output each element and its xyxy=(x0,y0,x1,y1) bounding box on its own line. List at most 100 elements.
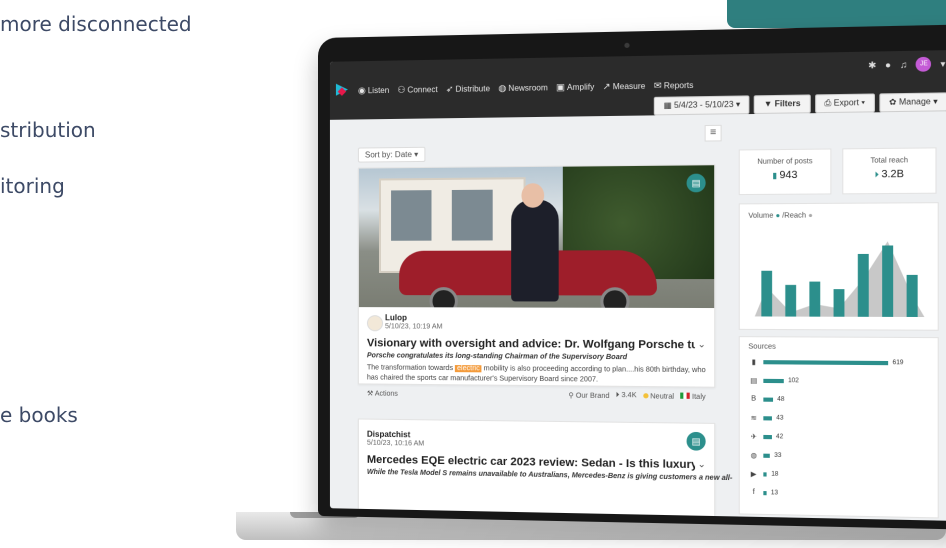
post-headline[interactable]: Visionary with oversight and advice: Dr.… xyxy=(367,337,695,351)
source-bar xyxy=(763,435,771,439)
post-feed: ≡ Sort by: Date ▾ ▤ Lulop 5/10/23, 10:19… xyxy=(348,123,724,517)
volume-bar[interactable] xyxy=(858,254,869,317)
nav-listen[interactable]: ◉ Listen xyxy=(358,84,389,96)
sources-panel: Sources ▮ 619 ▤ 102 B 48 ≋ 43 ✈ 42 ◍ 33 ▶ 18 f 13 xyxy=(739,336,939,518)
volume-bar[interactable] xyxy=(785,285,796,317)
top-right-icons: ✱ ● ♫ JE ▾ xyxy=(868,57,945,73)
bg-text-line: e books xyxy=(0,403,78,427)
source-count: 102 xyxy=(788,378,799,384)
filters-button[interactable]: ▼ Filters xyxy=(754,94,810,114)
wheel-shape xyxy=(429,287,457,308)
calendar-icon: ▦ xyxy=(664,101,674,110)
help-icon[interactable]: ● xyxy=(885,60,891,71)
document-icon[interactable]: ▤ xyxy=(687,174,706,193)
post-author[interactable]: Dispatchist xyxy=(367,430,410,440)
settings-icon[interactable]: ✱ xyxy=(868,59,876,71)
volume-reach-chart: Volume ● /Reach ● xyxy=(739,202,939,331)
nav-connect[interactable]: ⚇ Connect xyxy=(397,83,437,95)
post-body: The transformation towards electric mobi… xyxy=(367,363,708,386)
post-headline[interactable]: Mercedes EQE electric car 2023 review: S… xyxy=(367,454,695,471)
bg-text-line: more disconnected xyxy=(0,12,192,36)
source-bar xyxy=(763,360,888,365)
date-range-button[interactable]: ▦ 5/4/23 - 5/10/23 ▾ xyxy=(654,95,750,115)
nav-distribute[interactable]: ➶ Distribute xyxy=(446,83,490,95)
avatar[interactable]: JE xyxy=(916,57,931,72)
post-date: 5/10/23, 10:16 AM xyxy=(367,440,424,448)
facebook-icon: f xyxy=(748,489,759,496)
country-badge: Italy xyxy=(680,393,705,402)
reach-stat-label: Total reach xyxy=(843,157,935,165)
post-subtitle: Porsche congratulates its long-standing … xyxy=(367,352,627,361)
doc-icon: ▮ xyxy=(748,358,759,366)
chevron-down-icon[interactable]: ⌄ xyxy=(698,459,706,470)
bg-text-line: stribution xyxy=(0,118,96,142)
chart-svg xyxy=(740,203,938,330)
source-row[interactable]: f 13 xyxy=(748,489,778,497)
person-head-shape xyxy=(521,183,544,208)
wifi-icon: ≋ xyxy=(748,414,759,422)
source-row[interactable]: ▮ 619 xyxy=(748,358,903,367)
actions-button[interactable]: ⚒ Actions xyxy=(367,389,398,397)
sentiment-badge: Neutral xyxy=(643,393,674,401)
source-row[interactable]: ▤ 102 xyxy=(748,377,798,386)
person-shape xyxy=(511,199,559,301)
post-author[interactable]: Lulop xyxy=(385,313,407,322)
wrench-icon: ⚒ xyxy=(367,390,375,397)
send-icon: ➶ xyxy=(446,83,454,94)
filter-icon: ▼ xyxy=(764,99,775,109)
volume-bar[interactable] xyxy=(761,271,772,317)
menu-icon[interactable]: ≡ xyxy=(705,125,722,142)
volume-bar[interactable] xyxy=(834,289,845,317)
export-icon: ⎙ xyxy=(824,98,833,108)
source-row[interactable]: ✈ 42 xyxy=(748,433,783,442)
brand-tag[interactable]: ⚲ Our Brand xyxy=(568,391,609,400)
document-icon[interactable]: ▤ xyxy=(687,432,706,451)
post-card[interactable]: ▤ Lulop 5/10/23, 10:19 AM Visionary with… xyxy=(358,164,715,388)
chart-icon: ↗ xyxy=(603,81,611,92)
source-avatar xyxy=(367,315,383,331)
chevron-down-icon[interactable]: ⌄ xyxy=(698,339,706,350)
sort-dropdown[interactable]: Sort by: Date ▾ xyxy=(358,147,425,163)
post-image: ▤ xyxy=(359,165,714,308)
nav-measure[interactable]: ↗ Measure xyxy=(603,80,646,92)
app-screen: ◉ Listen ⚇ Connect ➶ Distribute ◍ Newsroom ▣… xyxy=(330,50,946,521)
source-row[interactable]: ▶ 18 xyxy=(748,470,778,479)
nav-newsroom[interactable]: ◍ Newsroom xyxy=(498,82,548,94)
filter-toolbar: ▦ 5/4/23 - 5/10/23 ▾ ▼ Filters ⎙ Export … xyxy=(654,92,946,115)
news-icon: ▤ xyxy=(748,377,759,385)
gear-icon: ✿ xyxy=(889,97,899,107)
megaphone-icon: ▣ xyxy=(556,81,565,92)
teal-corner-decoration xyxy=(727,0,946,28)
post-date: 5/10/23, 10:19 AM xyxy=(385,323,442,330)
volume-bar[interactable] xyxy=(882,245,893,316)
reach-stat-card[interactable]: Total reach ⏵ 3.2B xyxy=(842,147,936,194)
globe-icon: ◍ xyxy=(498,82,506,93)
source-count: 42 xyxy=(776,434,783,440)
camera xyxy=(624,43,629,48)
export-button[interactable]: ⎙ Export ▾ xyxy=(815,93,875,113)
twitter-icon: ✈ xyxy=(748,433,759,441)
posts-stat-label: Number of posts xyxy=(740,158,831,166)
brand-logo[interactable] xyxy=(336,83,350,97)
source-row[interactable]: B 48 xyxy=(748,395,784,403)
bell-icon[interactable]: ♫ xyxy=(900,59,907,70)
source-row[interactable]: ◍ 33 xyxy=(748,451,781,460)
reach-value: ⏵ 3.4K xyxy=(616,392,637,400)
reach-stat-value: ⏵ 3.2B xyxy=(843,168,935,180)
volume-bar[interactable] xyxy=(809,282,820,317)
chevron-down-icon[interactable]: ▾ xyxy=(940,58,945,70)
nav-reports[interactable]: ✉ Reports xyxy=(654,79,694,91)
main-nav: ◉ Listen ⚇ Connect ➶ Distribute ◍ Newsroom ▣… xyxy=(336,78,694,98)
blog-icon: B xyxy=(748,395,759,402)
post-card[interactable]: Dispatchist 5/10/23, 10:16 AM ▤ Mercedes… xyxy=(358,418,715,518)
source-bar xyxy=(763,397,773,401)
source-count: 18 xyxy=(771,471,778,477)
nav-amplify[interactable]: ▣ Amplify xyxy=(556,81,594,93)
source-bar xyxy=(763,454,770,458)
manage-button[interactable]: ✿ Manage ▾ xyxy=(879,92,946,112)
ear-icon: ◉ xyxy=(358,85,366,96)
posts-stat-card[interactable]: Number of posts ▮ 943 xyxy=(739,148,832,195)
mail-icon: ✉ xyxy=(654,80,662,91)
volume-bar[interactable] xyxy=(907,275,918,317)
source-row[interactable]: ≋ 43 xyxy=(748,414,783,423)
